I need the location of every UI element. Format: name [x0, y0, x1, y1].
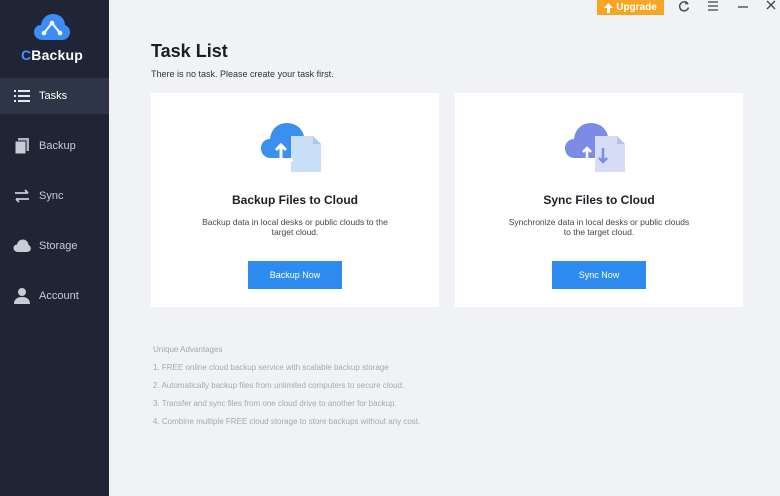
sidebar-item-label: Backup: [39, 140, 76, 152]
card-title: Backup Files to Cloud: [231, 193, 358, 207]
page-subtitle: There is no task. Please create your tas…: [151, 69, 334, 79]
cloud-sync-icon: [565, 123, 625, 172]
app-logo: CBackup: [0, 12, 109, 64]
upgrade-label: Upgrade: [616, 2, 657, 13]
advantage-item: 1. FREE online cloud backup service with…: [153, 363, 389, 372]
advantages-heading: Unique Advantages: [153, 345, 223, 354]
user-icon: [14, 288, 30, 304]
menu-icon[interactable]: [706, 0, 720, 12]
unique-advantages: Unique Advantages 1. FREE online cloud b…: [153, 341, 420, 431]
sidebar-item-label: Tasks: [39, 90, 68, 102]
sidebar-item-label: Storage: [39, 240, 78, 252]
backup-now-button[interactable]: Backup Now: [248, 261, 342, 289]
advantage-item: 3. Transfer and sync files from one clou…: [153, 399, 397, 408]
refresh-icon[interactable]: [677, 0, 691, 12]
logo-cloud-icon: [34, 14, 70, 40]
copy-icon: [14, 138, 29, 155]
advantage-item: 2. Automatically backup files from unlim…: [153, 381, 405, 390]
sync-arrows-icon: [15, 189, 29, 203]
sync-card: Sync Files to Cloud Synchronize data in …: [455, 93, 743, 307]
logo-text: CBackup: [20, 47, 84, 63]
minimize-icon[interactable]: [736, 0, 750, 12]
upgrade-button[interactable]: Upgrade: [597, 0, 664, 15]
sidebar-item-storage[interactable]: Storage: [0, 228, 109, 264]
list-icon: [14, 90, 30, 102]
close-icon[interactable]: [764, 0, 778, 12]
advantage-item: 4. Combine multiple FREE cloud storage t…: [153, 417, 421, 426]
sidebar-item-account[interactable]: Account: [0, 278, 109, 314]
page-title: Task List: [151, 41, 228, 61]
card-description: Synchronize data in local desks or publi…: [508, 217, 690, 237]
cloud-icon: [13, 239, 31, 252]
backup-card: Backup Files to Cloud Backup data in loc…: [151, 93, 439, 307]
upload-arrow-icon: [604, 2, 614, 13]
card-description: Backup data in local desks or public clo…: [202, 217, 388, 237]
sidebar-item-label: Account: [39, 290, 79, 302]
sidebar-item-sync[interactable]: Sync: [0, 178, 109, 214]
sidebar-item-tasks[interactable]: Tasks: [0, 78, 109, 114]
sync-now-button[interactable]: Sync Now: [552, 261, 646, 289]
card-title: Sync Files to Cloud: [543, 193, 655, 207]
sidebar: CBackup Tasks Backup Sync Storage Accoun…: [0, 0, 109, 496]
sidebar-item-backup[interactable]: Backup: [0, 128, 109, 164]
sidebar-item-label: Sync: [39, 190, 64, 202]
cloud-upload-icon: [261, 123, 321, 172]
